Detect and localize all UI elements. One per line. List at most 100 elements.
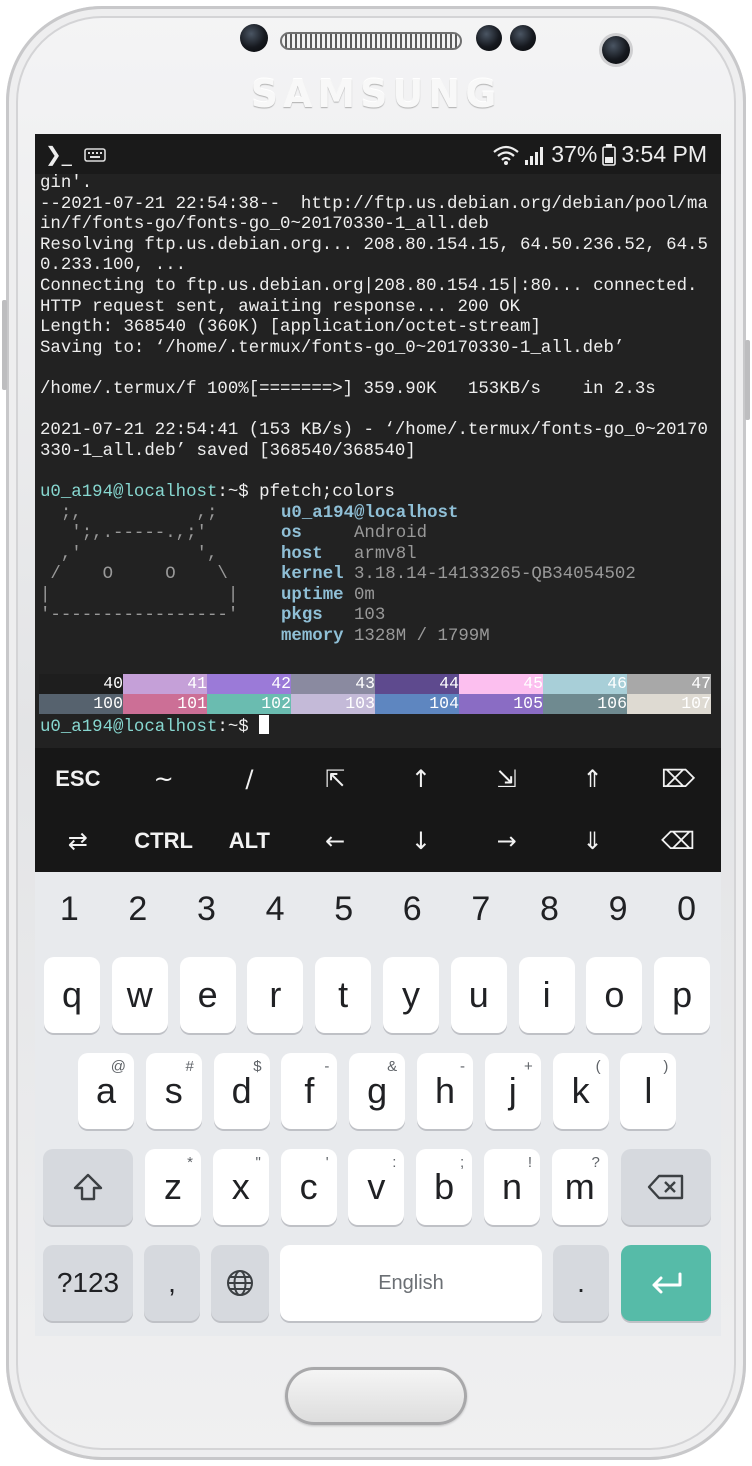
prompt-suffix: :~$ [217,482,260,502]
clock: 3:54 PM [621,141,707,167]
number-key[interactable]: 4 [241,872,310,946]
tilde-key[interactable]: ~ [121,748,207,810]
letter-key[interactable]: r [247,957,304,1033]
home-button[interactable] [285,1367,467,1425]
slash-key[interactable]: / [207,748,293,810]
period-key[interactable]: . [553,1245,609,1321]
end-key[interactable]: ⇲ [464,748,550,810]
key-letter: c [299,1166,318,1207]
terminal-line: /home/.termux/f 100%[=======>] 359.90K 1… [40,379,656,399]
key-letter: s [164,1070,183,1111]
letter-key[interactable]: v: [348,1149,405,1225]
comma-key[interactable]: , [144,1245,200,1321]
number-key[interactable]: 7 [447,872,516,946]
home-key[interactable]: ⇱ [292,748,378,810]
number-key[interactable]: 0 [652,872,721,946]
terminal-line: 330-1_all.deb’ saved [368540/368540] [40,441,416,461]
color-swatch: 46 [543,674,627,694]
color-row-40: 40 41 42 43 44 45 46 47 [39,674,711,694]
letter-key[interactable]: c ' [280,1149,337,1225]
key-hint: & [387,1058,398,1075]
command-text: pfetch;colors [259,482,395,502]
letter-key[interactable]: q [44,957,100,1033]
ascii-line: ';,.-----.,;' [40,524,207,544]
right-arrow-key[interactable]: → [464,810,550,872]
letter-key[interactable]: h- [417,1053,473,1129]
left-arrow-key[interactable]: ← [292,810,378,872]
color-swatch: 45 [459,674,543,694]
letter-key[interactable]: a @ [78,1053,134,1129]
letter-key[interactable]: j + [484,1053,541,1129]
key-hint: + [524,1058,533,1075]
wifi-icon [493,145,520,165]
letter-key[interactable]: z * [145,1149,201,1225]
color-row-100: 100 101 102 103 104 105 106 107 [39,694,711,714]
terminal-view[interactable]: gin'. --2021-07-21 22:54:38-- http://ftp.… [35,174,721,748]
letter-key[interactable]: m? [551,1149,608,1225]
cursor [259,715,270,734]
up-arrow-key[interactable]: ↑ [378,748,464,810]
pfetch-rows: os Android host armv8l kernel 3.18.14-1413326… [281,524,636,648]
page-up-key[interactable]: ⇑ [550,748,636,810]
letter-key[interactable]: o [586,957,643,1033]
color-swatch: 42 [207,674,291,694]
page-down-key[interactable]: ⇓ [550,810,636,872]
shift-key[interactable] [43,1149,133,1225]
key-letter: v [367,1166,386,1207]
volume-button [2,300,7,390]
letter-key[interactable]: b; [416,1149,473,1225]
letter-key[interactable]: y [383,957,439,1033]
screen: ❯_ 37% 3:54 PM gin'. --2021-07-21 22:54:… [35,134,721,1336]
letter-key[interactable]: x " [212,1149,269,1225]
number-key[interactable]: 2 [104,872,173,946]
enter-key[interactable] [621,1245,711,1321]
number-key[interactable]: 6 [378,872,447,946]
letter-key[interactable]: f- [281,1053,338,1129]
letter-key[interactable]: u [450,957,507,1033]
letter-key[interactable]: l) [620,1053,677,1129]
letter-key[interactable]: i [518,957,575,1033]
terminal-line: HTTP request sent, awaiting response... … [40,297,521,317]
alt-key[interactable]: ALT [207,810,293,872]
final-prompt-user: u0_a194@localhost [40,718,218,737]
backspace-icon [647,1174,684,1200]
space-bar[interactable]: English [280,1245,542,1321]
letter-key[interactable]: p [654,957,711,1033]
letter-key[interactable]: s # [145,1053,202,1129]
number-key[interactable]: 3 [172,872,241,946]
number-row: 1234567890 [35,872,721,946]
key-letter: l [644,1070,653,1111]
key-letter: k [571,1070,590,1111]
esc-key[interactable]: ESC [35,748,121,810]
terminal-line: 2021-07-21 22:54:41 (153 KB/s) - ‘/home/… [40,421,708,441]
letter-key[interactable]: d $ [213,1053,270,1129]
ascii-line: | | [40,585,239,605]
number-key[interactable]: 1 [35,872,104,946]
key-hint: ' [325,1154,329,1171]
down-arrow-key[interactable]: ↓ [378,810,464,872]
language-key[interactable] [211,1245,269,1321]
command-line: u0_a194@localhost:~$ pfetch;colors [40,483,721,504]
letter-key[interactable]: t [315,957,372,1033]
letter-key[interactable]: k( [552,1053,609,1129]
pfetch-title: u0_a194@localhost [281,503,459,523]
color-swatch: 101 [123,694,207,714]
number-key[interactable]: 9 [584,872,653,946]
ctrl-key[interactable]: CTRL [121,810,207,872]
pfetch-value: 1328M / 1799M [354,627,490,647]
backspace-key[interactable] [621,1149,711,1225]
number-key[interactable]: 8 [515,872,584,946]
letter-key[interactable]: n! [484,1149,540,1225]
symbols-key[interactable]: ?123 [43,1245,133,1321]
color-swatch: 100 [39,694,123,714]
backspace-extra-key[interactable]: ⌫ [635,810,721,872]
letter-key[interactable]: w [111,957,168,1033]
letter-key[interactable]: e [179,957,236,1033]
letter-key[interactable]: g & [349,1053,406,1129]
delete-key[interactable]: ⌦ [635,748,721,810]
key-letter: g [367,1070,388,1111]
tab-key[interactable]: ⇄ [35,810,121,872]
number-key[interactable]: 5 [309,872,378,946]
proximity-sensor [240,24,268,52]
